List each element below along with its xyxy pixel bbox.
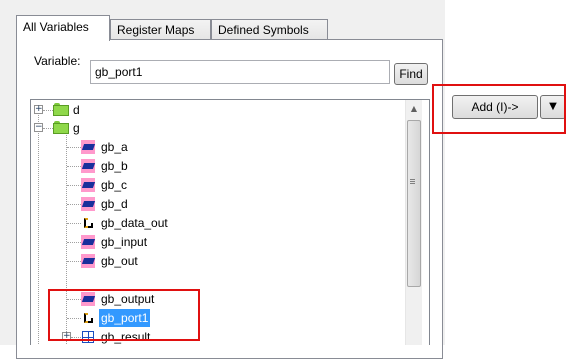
tree-item-gb-a[interactable]: gb_a	[31, 138, 401, 156]
highlight-box-add	[432, 84, 566, 134]
variable-icon	[81, 254, 96, 268]
variable-icon	[81, 197, 96, 211]
tree-folder-g[interactable]: − g	[31, 119, 401, 137]
tree-item-gb-d[interactable]: gb_d	[31, 195, 401, 213]
signal-icon	[81, 216, 95, 230]
tree-scrollbar[interactable]: ▲	[405, 100, 422, 345]
tree-item-label: gb_input	[101, 235, 148, 249]
tree-item-gb-out[interactable]: gb_out	[31, 252, 401, 270]
tree-item-label: gb_b	[101, 159, 128, 173]
tab-defined-symbols[interactable]: Defined Symbols	[211, 19, 328, 40]
variable-browser-window: All Variables Register Maps Defined Symb…	[0, 0, 566, 359]
scroll-thumb[interactable]	[407, 120, 421, 287]
find-button[interactable]: Find	[394, 63, 428, 85]
tree-item-gb-b[interactable]: gb_b	[31, 157, 401, 175]
tree-item-label: gb_d	[101, 197, 128, 211]
highlight-box-selection	[48, 289, 200, 341]
tree-item-gb-input[interactable]: gb_input	[31, 233, 401, 251]
tab-all-variables[interactable]: All Variables	[16, 15, 110, 41]
tree-item-label: gb_c	[101, 178, 128, 192]
tree-item-label: gb_out	[101, 254, 138, 268]
variable-icon	[81, 159, 96, 173]
tree-item-gb-c[interactable]: gb_c	[31, 176, 401, 194]
variable-icon	[81, 235, 96, 249]
tree-folder-d[interactable]: + d	[31, 101, 401, 119]
scroll-up-arrow-icon[interactable]: ▲	[406, 100, 422, 117]
right-area	[445, 0, 566, 345]
expand-icon[interactable]: +	[34, 105, 43, 114]
tree-folder-label: g	[73, 121, 80, 135]
tab-register-maps[interactable]: Register Maps	[110, 19, 211, 40]
folder-icon	[53, 103, 69, 116]
variable-icon	[81, 140, 96, 154]
variable-icon	[81, 178, 96, 192]
tree-item-gb-data-out[interactable]: gb_data_out	[31, 214, 401, 232]
tree-folder-label: d	[73, 103, 80, 117]
variable-input[interactable]: gb_port1	[90, 60, 390, 84]
tree-item-label: gb_data_out	[101, 216, 168, 230]
collapse-icon[interactable]: −	[34, 123, 43, 132]
tree-item-label: gb_a	[101, 140, 128, 154]
variable-label: Variable:	[34, 54, 81, 68]
scroll-grip	[410, 179, 415, 185]
folder-icon	[53, 121, 69, 134]
